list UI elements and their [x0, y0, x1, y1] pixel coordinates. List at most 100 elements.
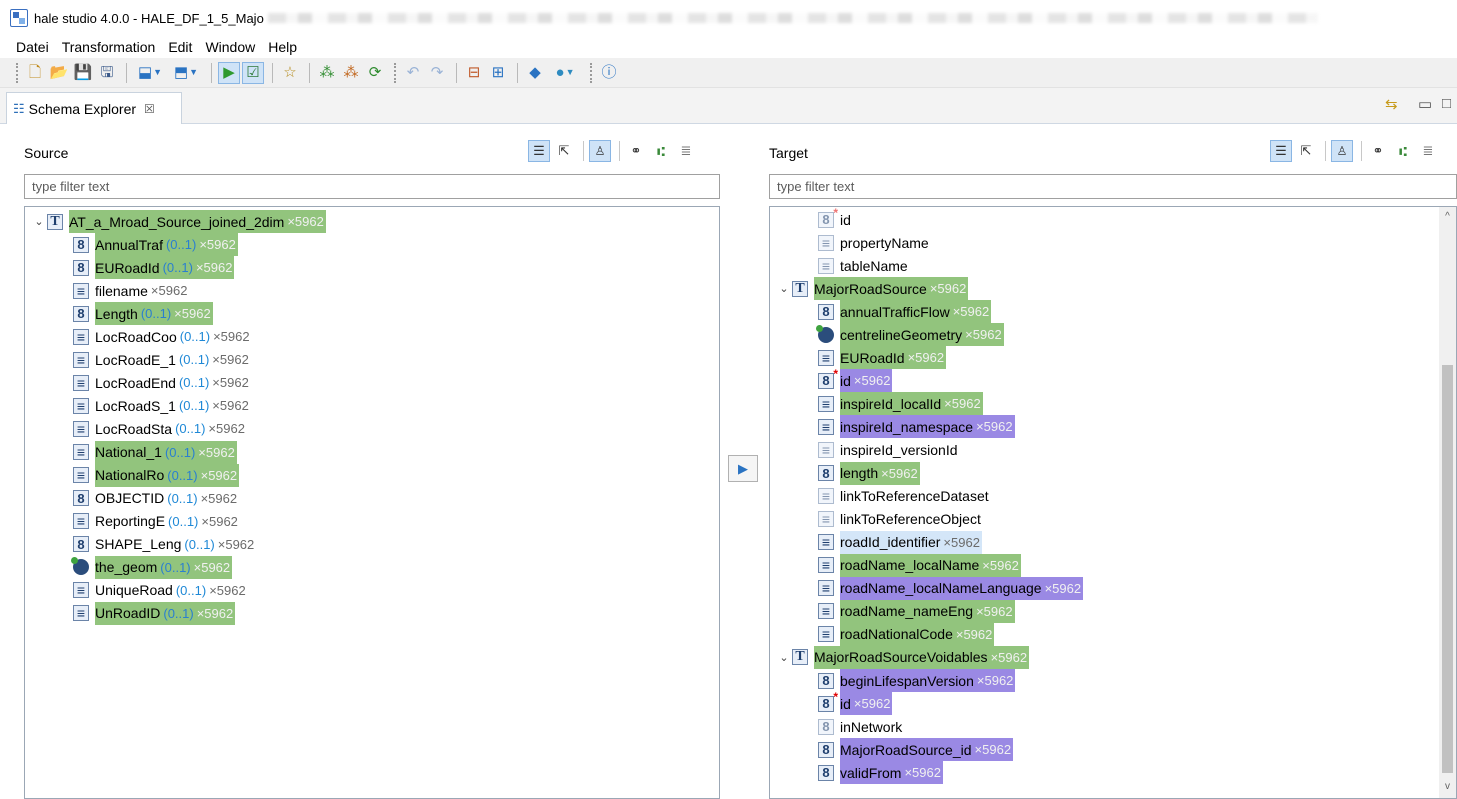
tree-property-row[interactable]: ≡ UniqueRoad (0..1) ×5962: [73, 579, 248, 602]
close-icon[interactable]: ☒: [144, 102, 155, 116]
tree-property-row[interactable]: ≡ LocRoadSta (0..1) ×5962: [73, 417, 247, 440]
target-tree[interactable]: ^ v 8id≡propertyName≡tableName⌄TMajorRoa…: [769, 206, 1457, 799]
tab-schema-explorer[interactable]: ☷ Schema Explorer ☒: [6, 92, 182, 124]
help-icon[interactable]: ⓘ: [598, 62, 620, 84]
tree-property-row[interactable]: ≡ roadNationalCode ×5962: [818, 622, 995, 646]
flat-list-icon[interactable]: ☰: [528, 140, 550, 162]
tree-property-row[interactable]: 8 AnnualTraf (0..1) ×5962: [73, 233, 238, 257]
cluster-icon[interactable]: ⁂: [316, 62, 338, 84]
tree-property-row[interactable]: ≡ LocRoadCoo (0..1) ×5962: [73, 325, 252, 348]
maximize-icon[interactable]: □: [1442, 95, 1451, 112]
hierarchy-icon[interactable]: ♙: [589, 140, 611, 162]
globe-icon[interactable]: ● ▼: [548, 62, 582, 84]
tree-icon[interactable]: ⑆: [650, 140, 672, 162]
tree-property-row[interactable]: ≡ propertyName: [818, 231, 931, 254]
tree-item-label: LocRoadEnd: [95, 374, 176, 391]
tree-type-row[interactable]: ⌄ T MajorRoadSource ×5962: [776, 277, 969, 301]
tree-property-row[interactable]: 8 EURoadId (0..1) ×5962: [73, 256, 235, 280]
tree-property-row[interactable]: ≡ linkToReferenceDataset: [818, 485, 991, 508]
tree-property-row[interactable]: ≡ filename ×5962: [73, 279, 189, 302]
tree-property-row[interactable]: ≡ UnRoadID (0..1) ×5962: [73, 601, 236, 625]
minimize-icon[interactable]: ▭: [1418, 95, 1432, 113]
tree-property-row[interactable]: 8 MajorRoadSource_id ×5962: [818, 738, 1014, 762]
menu-edit[interactable]: Edit: [168, 39, 192, 55]
tree-property-row[interactable]: ≡ LocRoadS_1 (0..1) ×5962: [73, 394, 251, 417]
save-all-icon[interactable]: 🖫: [96, 62, 118, 84]
tree-property-row[interactable]: ≡ inspireId_versionId: [818, 439, 960, 462]
new-file-icon[interactable]: 🗋: [24, 62, 46, 84]
tree-property-row[interactable]: ≡ inspireId_namespace ×5962: [818, 415, 1015, 439]
tree-property-row[interactable]: 8 beginLifespanVersion ×5962: [818, 669, 1016, 692]
string-type-icon: ≡: [818, 418, 834, 435]
hierarchy-icon[interactable]: ♙: [1331, 140, 1353, 162]
flat-list-icon[interactable]: ☰: [1270, 140, 1292, 162]
tree-property-row[interactable]: 8id×5962: [818, 367, 893, 393]
menu-transformation[interactable]: Transformation: [62, 39, 156, 55]
tree-property-row[interactable]: 8 length ×5962: [818, 461, 920, 485]
tree-property-row[interactable]: 8 SHAPE_Leng (0..1) ×5962: [73, 533, 256, 556]
tree-property-row[interactable]: ≡ roadName_localName ×5962: [818, 553, 1021, 577]
favorite-icon[interactable]: ☆: [279, 62, 301, 84]
tree-property-row[interactable]: ≡ LocRoadEnd (0..1) ×5962: [73, 371, 251, 394]
alignment-edit-icon[interactable]: ⊞: [487, 62, 509, 84]
alignment-icon[interactable]: ⊟: [463, 62, 485, 84]
sync-views-icon[interactable]: ⇆: [1385, 95, 1398, 113]
link-icon[interactable]: ⚭: [1367, 140, 1389, 162]
expand-icon[interactable]: ⇱: [553, 140, 575, 162]
tree-property-row[interactable]: 8 annualTrafficFlow ×5962: [818, 300, 992, 324]
refresh-icon[interactable]: ⟳: [364, 62, 386, 84]
tree-property-row[interactable]: 8id×5962: [818, 690, 893, 716]
tree-property-row[interactable]: ≡ National_1 (0..1) ×5962: [73, 440, 237, 464]
target-filter-input[interactable]: type filter text: [769, 174, 1457, 199]
expand-toggle-icon[interactable]: ⌄: [776, 282, 792, 295]
menu-window[interactable]: Window: [205, 39, 255, 55]
tree-property-row[interactable]: ≡ linkToReferenceObject: [818, 508, 983, 531]
instance-count: ×5962: [904, 765, 941, 781]
tree-property-row[interactable]: 8 Length (0..1) ×5962: [73, 302, 213, 326]
menu-datei[interactable]: Datei: [16, 39, 49, 55]
tree-property-row[interactable]: ≡ EURoadId ×5962: [818, 346, 947, 370]
open-folder-icon[interactable]: 📂: [48, 62, 70, 84]
tree-type-row[interactable]: ⌄ T AT_a_Mroad_Source_joined_2dim ×5962: [31, 210, 326, 233]
run-transformation-icon[interactable]: ▶: [218, 61, 240, 84]
scroll-down-icon[interactable]: v: [1439, 781, 1456, 792]
target-scrollbar[interactable]: ^ v: [1439, 207, 1456, 798]
tree-property-row[interactable]: 8 inNetwork: [818, 715, 904, 738]
instance-count: ×5962: [976, 603, 1013, 619]
tree-property-row[interactable]: ≡ ReportingE (0..1) ×5962: [73, 510, 240, 533]
tree-icon[interactable]: ⑆: [1392, 140, 1414, 162]
validate-icon[interactable]: ☑: [242, 61, 264, 84]
tree-property-row[interactable]: centrelineGeometry ×5962: [816, 323, 1004, 347]
cluster-edit-icon[interactable]: ⁂: [340, 62, 362, 84]
tree-property-row[interactable]: ≡ roadName_localNameLanguage ×5962: [818, 576, 1084, 600]
source-filter-input[interactable]: type filter text: [24, 174, 720, 199]
expand-toggle-icon[interactable]: ⌄: [776, 651, 792, 664]
source-tree[interactable]: ⌄ T AT_a_Mroad_Source_joined_2dim ×5962 8 Ann…: [24, 206, 720, 799]
tree-property-row[interactable]: ≡ roadName_nameEng ×5962: [818, 599, 1015, 623]
list-icon[interactable]: ≣: [1417, 140, 1439, 162]
tree-property-row[interactable]: 8 validFrom ×5962: [818, 761, 943, 785]
list-icon[interactable]: ≣: [675, 140, 697, 162]
tree-property-row[interactable]: 8id: [818, 207, 853, 231]
apply-mapping-button[interactable]: ▶: [728, 455, 758, 482]
tree-property-row[interactable]: 8 OBJECTID (0..1) ×5962: [73, 487, 239, 510]
expand-icon[interactable]: ⇱: [1295, 140, 1317, 162]
tree-property-row[interactable]: ≡ tableName: [818, 254, 910, 277]
expand-toggle-icon[interactable]: ⌄: [31, 215, 47, 228]
import-icon[interactable]: ⬓ ▼: [133, 62, 167, 84]
tree-property-row[interactable]: ≡ inspireId_localId ×5962: [818, 392, 983, 416]
export-icon[interactable]: ⬒ ▼: [169, 62, 203, 84]
tree-property-row[interactable]: ≡ roadId_identifier ×5962: [818, 530, 982, 554]
tree-type-row[interactable]: ⌄ T MajorRoadSourceVoidables ×5962: [776, 645, 1030, 669]
tree-property-row[interactable]: ≡ LocRoadE_1 (0..1) ×5962: [73, 348, 251, 371]
tree-property-row[interactable]: the_geom (0..1) ×5962: [71, 555, 233, 579]
undo-icon[interactable]: ↶: [402, 62, 424, 84]
save-icon[interactable]: 💾: [72, 62, 94, 84]
tree-property-row[interactable]: ≡ NationalRo (0..1) ×5962: [73, 463, 240, 487]
forward-icon[interactable]: ◆: [524, 62, 546, 84]
redo-icon[interactable]: ↷: [426, 62, 448, 84]
scroll-thumb[interactable]: [1442, 365, 1453, 773]
menu-help[interactable]: Help: [268, 39, 297, 55]
link-icon[interactable]: ⚭: [625, 140, 647, 162]
scroll-up-icon[interactable]: ^: [1439, 211, 1456, 222]
